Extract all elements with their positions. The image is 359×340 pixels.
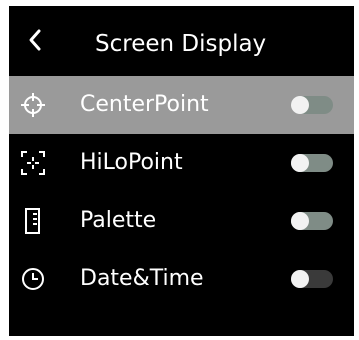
hilopoint-toggle[interactable] xyxy=(291,154,333,172)
page-title: Screen Display xyxy=(95,31,267,57)
setting-label-palette: Palette xyxy=(80,208,157,233)
toggle-knob xyxy=(291,212,309,230)
datetime-toggle[interactable] xyxy=(291,270,333,288)
setting-label-hilopoint: HiLoPoint xyxy=(80,150,183,175)
palette-bar-icon xyxy=(25,208,40,234)
palette-toggle[interactable] xyxy=(291,212,333,230)
clock-icon xyxy=(22,268,44,290)
header: Screen Display xyxy=(9,6,354,76)
setting-row-centerpoint[interactable]: CenterPoint xyxy=(9,76,354,134)
toggle-knob xyxy=(291,154,309,172)
hilo-points-icon xyxy=(21,151,45,175)
centerpoint-toggle[interactable] xyxy=(291,96,333,114)
setting-row-datetime[interactable]: Date&Time xyxy=(9,250,354,308)
setting-label-datetime: Date&Time xyxy=(80,266,204,291)
chevron-left-icon[interactable] xyxy=(25,27,45,53)
crosshair-icon xyxy=(21,93,45,117)
setting-row-palette[interactable]: Palette xyxy=(9,192,354,250)
toggle-knob xyxy=(291,270,309,288)
toggle-knob xyxy=(291,96,309,114)
setting-label-centerpoint: CenterPoint xyxy=(80,92,209,117)
setting-row-hilopoint[interactable]: HiLoPoint xyxy=(9,134,354,192)
screen-display-panel: Screen Display CenterPoint HiLoPoint Pal… xyxy=(9,6,354,336)
